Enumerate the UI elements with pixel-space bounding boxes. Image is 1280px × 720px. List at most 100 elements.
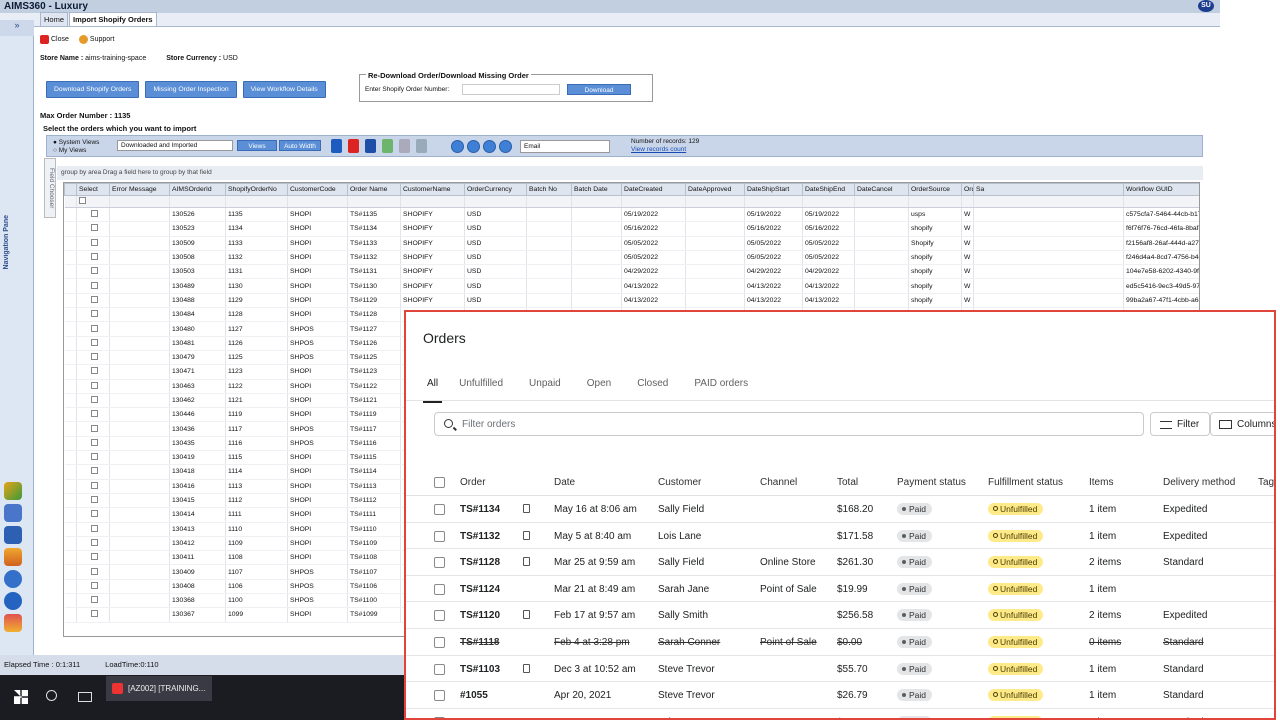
grid-filter-cell[interactable]	[854, 195, 909, 208]
row-checkbox[interactable]	[90, 610, 98, 618]
email-select[interactable]: Email	[520, 140, 610, 153]
table-row[interactable]: 130488 1129 SHOPI TS#1129 SHOPIFY USD 04/13/20…	[64, 293, 1199, 309]
row-checkbox[interactable]	[90, 424, 98, 432]
export-icon[interactable]	[416, 139, 427, 153]
table-row[interactable]: 130503 1131 SHOPI TS#1131 SHOPIFY USD 04/29/20…	[64, 264, 1199, 280]
row-select-cell[interactable]	[76, 436, 110, 452]
grid-column-header[interactable]: OrderSource	[908, 183, 962, 196]
orders-column-header[interactable]: Delivery method	[1163, 477, 1235, 488]
tab-paid-orders[interactable]: PAID orders	[685, 376, 757, 403]
grid-column-header[interactable]: Order Name	[347, 183, 401, 196]
windows-start-icon[interactable]	[14, 690, 28, 704]
task-view-icon[interactable]	[78, 692, 92, 702]
grid-column-header[interactable]: OrderCurrency	[464, 183, 527, 196]
grid-filter-cell[interactable]	[526, 195, 572, 208]
grid-filter-cell[interactable]	[571, 195, 622, 208]
grid-column-header[interactable]: DateShipStart	[744, 183, 803, 196]
grid-filter-cell[interactable]	[961, 195, 974, 208]
order-number[interactable]: TS#1132	[460, 531, 500, 542]
edit-row-icon[interactable]	[399, 139, 410, 153]
grid-filter-cell[interactable]	[973, 195, 1124, 208]
order-number[interactable]: TS#1128	[460, 557, 500, 568]
user-avatar[interactable]: SU	[1198, 0, 1214, 12]
row-select-cell[interactable]	[76, 579, 110, 595]
order-checkbox[interactable]	[434, 504, 445, 515]
grid-filter-cell[interactable]	[225, 195, 288, 208]
row-select-cell[interactable]	[76, 336, 110, 351]
orders-column-header[interactable]: Tags	[1258, 477, 1274, 488]
row-checkbox[interactable]	[90, 538, 98, 546]
grid-column-header[interactable]: DateShipEnd	[802, 183, 855, 196]
row-checkbox[interactable]	[90, 224, 98, 232]
row-checkbox[interactable]	[90, 410, 98, 418]
row-select-cell[interactable]	[76, 479, 110, 494]
view-select[interactable]: Downloaded and Imported	[117, 140, 233, 151]
nav-expand-icon[interactable]: »	[0, 20, 34, 36]
grid-column-header[interactable]: Batch Date	[571, 183, 622, 196]
row-checkbox[interactable]	[90, 481, 98, 489]
grid-column-header[interactable]: ShopifyOrderNo	[225, 183, 288, 196]
tab-unpaid[interactable]: Unpaid	[520, 376, 570, 403]
tab-home[interactable]: Home	[40, 12, 69, 26]
row-select-cell[interactable]	[76, 607, 110, 623]
row-checkbox[interactable]	[90, 267, 98, 275]
row-select-cell[interactable]	[76, 522, 110, 537]
system-views-radio[interactable]: ● System Views	[53, 139, 99, 147]
grid-filter-cell[interactable]	[744, 195, 803, 208]
row-checkbox[interactable]	[90, 553, 98, 561]
row-select-cell[interactable]	[76, 250, 110, 266]
add-row-icon[interactable]	[382, 139, 393, 153]
grid-filter-cell[interactable]	[169, 195, 226, 208]
row-select-cell[interactable]	[76, 379, 110, 394]
row-select-cell[interactable]	[76, 421, 110, 437]
row-checkbox[interactable]	[90, 324, 98, 332]
orders-column-header[interactable]: Customer	[658, 477, 701, 488]
view-workflow-details-button[interactable]: View Workflow Details	[242, 81, 326, 98]
grid-filter-cell[interactable]	[621, 195, 686, 208]
download-button[interactable]: Download	[567, 84, 631, 95]
row-select-cell[interactable]	[76, 464, 110, 480]
order-checkbox[interactable]	[434, 557, 445, 569]
order-number[interactable]: TS#1134	[460, 504, 500, 515]
table-row[interactable]: 130526 1135 SHOPI TS#1135 SHOPIFY USD 05/19/20…	[64, 207, 1199, 223]
row-checkbox[interactable]	[90, 338, 98, 346]
row-checkbox[interactable]	[90, 396, 98, 403]
order-number[interactable]: TS#1103	[460, 664, 500, 675]
grid-column-header[interactable]: Select	[76, 183, 110, 196]
tools-icon[interactable]	[4, 614, 22, 632]
row-checkbox[interactable]	[90, 367, 98, 375]
order-row[interactable]: TS#1103 Dec 3 at 10:52 am Steve Trevor $55.…	[406, 656, 1274, 683]
grid-column-header[interactable]: DateCancel	[854, 183, 909, 196]
grid-filter-cell[interactable]	[685, 195, 745, 208]
grid-filter-cell[interactable]	[802, 195, 855, 208]
table-row[interactable]: 130509 1133 SHOPI TS#1133 SHOPIFY USD 05/05/20…	[64, 236, 1199, 251]
taskbar-app-button[interactable]: [AZ002] [TRAINING...	[106, 676, 212, 701]
row-select-cell[interactable]	[76, 236, 110, 251]
orders-column-header[interactable]: Order	[460, 477, 486, 488]
row-select-cell[interactable]	[76, 221, 110, 237]
search-icon[interactable]	[46, 690, 57, 701]
grid-filter-cell[interactable]	[347, 195, 401, 208]
order-number[interactable]: TS#1118	[460, 637, 499, 648]
row-checkbox[interactable]	[90, 281, 98, 289]
group-by-area[interactable]: group by area Drag a field here to group…	[57, 166, 1203, 180]
order-row[interactable]: TS#1134 May 16 at 8:06 am Sally Field $168.…	[406, 496, 1274, 523]
row-checkbox[interactable]	[90, 581, 98, 589]
orders-column-header[interactable]: Date	[554, 477, 575, 488]
row-select-cell[interactable]	[76, 207, 110, 223]
row-checkbox[interactable]	[90, 496, 98, 504]
grid-filter-cell[interactable]	[400, 195, 465, 208]
row-select-cell[interactable]	[76, 364, 110, 380]
row-checkbox[interactable]	[90, 567, 98, 575]
copy-layout-icon[interactable]	[365, 139, 376, 153]
grid-filter-cell[interactable]	[908, 195, 962, 208]
order-row[interactable]: #1010Dec 3, 2020John Conner$96.36PaidUnf…	[406, 709, 1274, 718]
reports-icon[interactable]	[4, 504, 22, 522]
row-checkbox[interactable]	[90, 510, 98, 518]
order-checkbox[interactable]	[434, 583, 445, 595]
order-checkbox[interactable]	[434, 636, 445, 648]
filter-orders-input[interactable]: Filter orders	[434, 412, 1144, 436]
row-select-cell[interactable]	[76, 450, 110, 466]
row-select-cell[interactable]	[76, 321, 110, 337]
row-select-cell[interactable]	[76, 593, 110, 609]
